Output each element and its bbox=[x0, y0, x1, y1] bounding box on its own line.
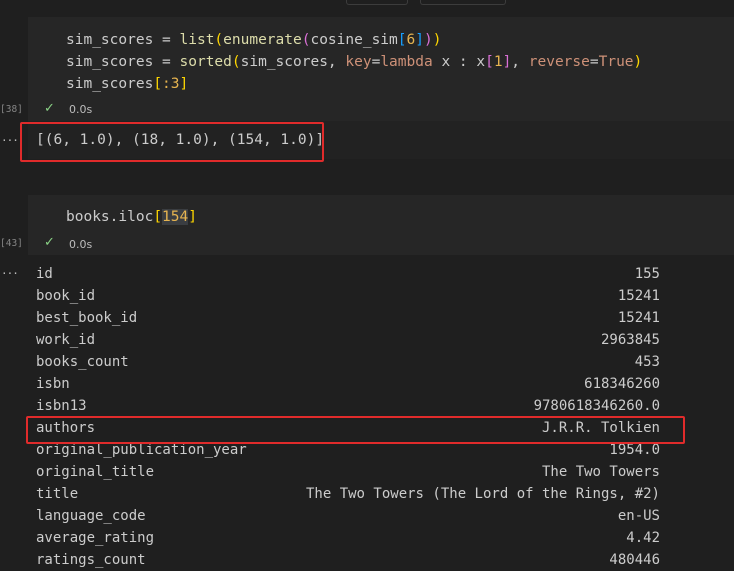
toolbar-tab-left[interactable] bbox=[346, 0, 408, 5]
series-key: work_id bbox=[36, 332, 96, 348]
code-token: ] bbox=[179, 76, 189, 92]
code-cell-1-source[interactable]: sim_scores = list(enumerate(cosine_sim[6… bbox=[66, 29, 642, 95]
code-token: x : x bbox=[441, 54, 486, 70]
series-value: 15241 bbox=[617, 288, 660, 304]
code-token: cosine_sim bbox=[310, 32, 398, 48]
series-value: 618346260 bbox=[584, 376, 660, 392]
highlight-box-authors bbox=[26, 416, 685, 444]
code-line[interactable]: sim_scores = list(enumerate(cosine_sim[6… bbox=[66, 29, 642, 51]
code-token: list bbox=[179, 32, 215, 48]
code-token: [ bbox=[397, 32, 407, 48]
series-key: isbn13 bbox=[36, 398, 87, 414]
code-token: = bbox=[162, 32, 180, 48]
series-key: original_title bbox=[36, 464, 155, 480]
series-row: book_id 15241 bbox=[36, 285, 660, 307]
series-value: The Two Towers bbox=[541, 464, 660, 480]
series-row: original_title The Two Towers bbox=[36, 461, 660, 483]
output-1-menu-icon[interactable]: ... bbox=[1, 131, 19, 144]
series-value: 2963845 bbox=[600, 332, 660, 348]
series-key: isbn bbox=[36, 376, 70, 392]
code-token: , bbox=[511, 54, 529, 70]
code-token: [ bbox=[153, 209, 163, 225]
series-key: title bbox=[36, 486, 79, 502]
code-token: ] bbox=[502, 54, 512, 70]
execution-count-1: [38] bbox=[0, 104, 23, 115]
series-value: 4.42 bbox=[626, 530, 660, 546]
success-check-icon: ✓ bbox=[44, 101, 55, 116]
series-key: id bbox=[36, 266, 53, 282]
execution-count-2: [43] bbox=[0, 238, 23, 249]
series-row: language_code en-US bbox=[36, 505, 660, 527]
code-token: ( bbox=[214, 32, 224, 48]
code-line[interactable]: sim_scores[:3] bbox=[66, 73, 642, 95]
code-line[interactable]: sim_scores = sorted(sim_scores, key = lamb… bbox=[66, 51, 642, 73]
code-token: enumerate bbox=[223, 32, 302, 48]
series-row: books_count 453 bbox=[36, 351, 660, 373]
series-row: isbn 618346260 bbox=[36, 373, 660, 395]
series-row: work_id 2963845 bbox=[36, 329, 660, 351]
series-value: 453 bbox=[634, 354, 660, 370]
series-row: title The Two Towers (The Lord of the Rin… bbox=[36, 483, 660, 505]
code-token: :3 bbox=[162, 76, 180, 92]
code-token: books.iloc bbox=[66, 209, 154, 225]
success-check-icon: ✓ bbox=[44, 235, 55, 250]
code-token: sorted bbox=[179, 54, 232, 70]
code-token: sim_scores bbox=[66, 54, 163, 70]
code-token: [ bbox=[485, 54, 494, 70]
code-token: [ bbox=[153, 76, 163, 92]
output-2-menu-icon[interactable]: ... bbox=[1, 264, 19, 277]
series-row: id 155 bbox=[36, 263, 660, 285]
code-token: ) bbox=[432, 32, 442, 48]
code-token: 1 bbox=[493, 54, 503, 70]
execution-time-1: 0.0s bbox=[69, 103, 93, 116]
series-row: isbn13 9780618346260.0 bbox=[36, 395, 660, 417]
series-key: average_rating bbox=[36, 530, 155, 546]
code-token: ) bbox=[633, 54, 643, 70]
series-value: 9780618346260.0 bbox=[533, 398, 660, 414]
code-token: = bbox=[162, 54, 180, 70]
code-token: sim_scores bbox=[66, 76, 154, 92]
code-token: lambda bbox=[380, 54, 442, 70]
code-cell-2-source[interactable]: books.iloc[154] bbox=[66, 206, 197, 228]
series-value: en-US bbox=[617, 508, 660, 524]
code-token: ( bbox=[231, 54, 241, 70]
code-token: sim_scores bbox=[66, 32, 163, 48]
code-token: key bbox=[345, 54, 372, 70]
series-key: best_book_id bbox=[36, 310, 138, 326]
highlight-box-similarity-output bbox=[20, 122, 324, 162]
code-token: sim_scores, bbox=[240, 54, 346, 70]
series-key: book_id bbox=[36, 288, 96, 304]
code-token: True bbox=[598, 54, 634, 70]
series-key: language_code bbox=[36, 508, 146, 524]
code-token: 154 bbox=[162, 209, 189, 225]
series-value: The Two Towers (The Lord of the Rings, #… bbox=[305, 486, 660, 502]
series-row: average_rating 4.42 bbox=[36, 527, 660, 549]
series-value: 155 bbox=[634, 266, 660, 282]
code-token: ] bbox=[188, 209, 197, 225]
code-token: 6 bbox=[406, 32, 416, 48]
series-row: best_book_id 15241 bbox=[36, 307, 660, 329]
execution-time-2: 0.0s bbox=[69, 238, 93, 251]
code-token: reverse bbox=[528, 54, 590, 70]
series-key: books_count bbox=[36, 354, 129, 370]
series-value: 15241 bbox=[617, 310, 660, 326]
code-token: = bbox=[589, 54, 599, 70]
code-line[interactable]: books.iloc[154] bbox=[66, 206, 197, 228]
code-token: ) bbox=[423, 32, 433, 48]
code-token: ] bbox=[415, 32, 424, 48]
toolbar-tab-right[interactable] bbox=[420, 0, 506, 5]
